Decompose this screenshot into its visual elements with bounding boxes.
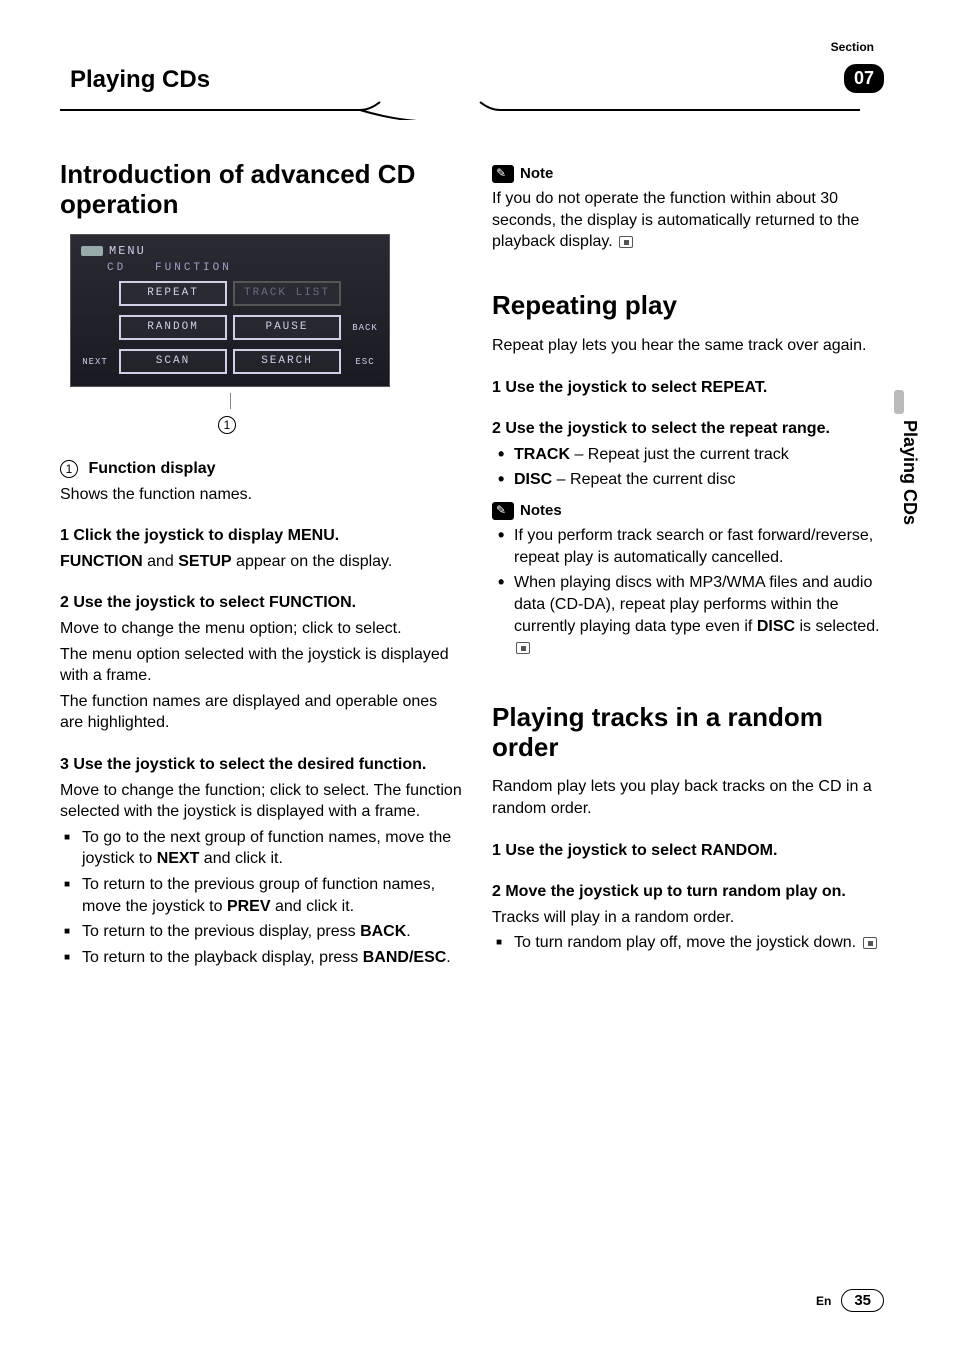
section-end-icon bbox=[619, 236, 633, 248]
lcd-subtitle: FUNCTION bbox=[155, 262, 232, 274]
step3-lead: 3 Use the joystick to select the desired… bbox=[60, 756, 426, 773]
heading-intro-advanced: Introduction of advanced CD operation bbox=[60, 160, 462, 220]
tip-next-c: and click it. bbox=[199, 850, 283, 867]
lcd-decor-bar bbox=[81, 246, 103, 256]
lcd-side-back: BACK bbox=[347, 322, 383, 334]
tip-bandesc-b: BAND/ESC bbox=[363, 949, 447, 966]
side-tab-marker bbox=[894, 390, 904, 414]
lcd-title: MENU bbox=[109, 243, 146, 259]
header-rule bbox=[60, 100, 894, 120]
range-disc-t: – Repeat the current disc bbox=[552, 471, 735, 488]
range-track: TRACK – Repeat just the current track bbox=[496, 444, 894, 466]
notes-item-1: If you perform track search or fast forw… bbox=[496, 525, 894, 568]
tip-prev: To return to the previous group of funct… bbox=[64, 874, 462, 917]
left-column: Introduction of advanced CD operation ME… bbox=[60, 160, 462, 978]
tip-next-b: NEXT bbox=[157, 850, 200, 867]
chapter-title: Playing CDs bbox=[70, 66, 210, 94]
callout-number-figure: 1 bbox=[218, 416, 236, 434]
random-off-text: To turn random play off, move the joysti… bbox=[514, 934, 856, 951]
tip-back-a: To return to the previous display, press bbox=[82, 923, 360, 940]
tip-back-b: BACK bbox=[360, 923, 406, 940]
notes-2-c: is selected. bbox=[795, 618, 879, 635]
tip-back-c: . bbox=[406, 923, 410, 940]
page-header: Section Playing CDs 07 bbox=[60, 40, 894, 110]
step2-p2: The menu option selected with the joysti… bbox=[60, 644, 462, 687]
note-label: Note bbox=[520, 164, 553, 184]
repeat-step2: 2 Use the joystick to select the repeat … bbox=[492, 420, 830, 437]
lcd-btn-scan: SCAN bbox=[119, 349, 227, 374]
step1-bold-a: FUNCTION bbox=[60, 553, 143, 570]
tip-back: To return to the previous display, press… bbox=[64, 921, 462, 943]
note-text-span: If you do not operate the function withi… bbox=[492, 190, 859, 250]
notes-label: Notes bbox=[520, 501, 562, 521]
footer-lang: En bbox=[816, 1294, 831, 1308]
range-disc: DISC – Repeat the current disc bbox=[496, 469, 894, 491]
lcd-side-next: NEXT bbox=[77, 356, 113, 368]
step2-lead: 2 Use the joystick to select FUNCTION. bbox=[60, 594, 356, 611]
step1-bold-b: SETUP bbox=[178, 553, 231, 570]
tip-bandesc-c: . bbox=[446, 949, 450, 966]
note-text: If you do not operate the function withi… bbox=[492, 188, 894, 253]
range-track-b: TRACK bbox=[514, 446, 570, 463]
right-column: Note If you do not operate the function … bbox=[492, 160, 894, 978]
lcd-btn-pause: PAUSE bbox=[233, 315, 341, 340]
function-display-figure: MENU CD FUNCTION REPEAT TRACK LIST RANDO… bbox=[70, 234, 390, 387]
section-end-icon bbox=[863, 937, 877, 949]
repeat-step1: 1 Use the joystick to select REPEAT. bbox=[492, 379, 767, 396]
random-intro: Random play lets you play back tracks on… bbox=[492, 776, 894, 819]
lcd-btn-repeat: REPEAT bbox=[119, 281, 227, 306]
tip-next: To go to the next group of function name… bbox=[64, 827, 462, 870]
callout-number: 1 bbox=[60, 460, 78, 478]
page-number: 35 bbox=[841, 1289, 884, 1312]
step2-p3: The function names are displayed and ope… bbox=[60, 691, 462, 734]
lcd-btn-tracklist: TRACK LIST bbox=[233, 281, 341, 306]
tip-prev-b: PREV bbox=[227, 898, 271, 915]
callout-desc: Shows the function names. bbox=[60, 484, 462, 506]
lcd-btn-random: RANDOM bbox=[119, 315, 227, 340]
side-tab: Playing CDs bbox=[899, 420, 920, 525]
lcd-side-esc: ESC bbox=[347, 356, 383, 368]
tip-bandesc: To return to the playback display, press… bbox=[64, 947, 462, 969]
note-icon bbox=[492, 165, 514, 183]
random-step1: 1 Use the joystick to select RANDOM. bbox=[492, 842, 777, 859]
step1-end: appear on the display. bbox=[232, 553, 393, 570]
repeat-intro: Repeat play lets you hear the same track… bbox=[492, 335, 894, 357]
callout-leader-line bbox=[230, 393, 231, 409]
tip-bandesc-a: To return to the playback display, press bbox=[82, 949, 363, 966]
tip-prev-c: and click it. bbox=[271, 898, 355, 915]
page-footer: En 35 bbox=[816, 1289, 884, 1312]
lcd-btn-search: SEARCH bbox=[233, 349, 341, 374]
step1-body: FUNCTION and SETUP appear on the display… bbox=[60, 551, 462, 573]
random-step2: 2 Move the joystick up to turn random pl… bbox=[492, 883, 846, 900]
step1-lead: 1 Click the joystick to display MENU. bbox=[60, 527, 339, 544]
lcd-subtitle-prefix: CD bbox=[107, 262, 126, 274]
notes-icon bbox=[492, 502, 514, 520]
random-off-tip: To turn random play off, move the joysti… bbox=[496, 932, 894, 954]
random-p: Tracks will play in a random order. bbox=[492, 907, 894, 929]
range-track-t: – Repeat just the current track bbox=[570, 446, 789, 463]
range-disc-b: DISC bbox=[514, 471, 552, 488]
step2-p1: Move to change the menu option; click to… bbox=[60, 618, 462, 640]
section-end-icon bbox=[516, 642, 530, 654]
step3-p1: Move to change the function; click to se… bbox=[60, 780, 462, 823]
callout-title: Function display bbox=[88, 460, 215, 477]
notes-2-b: DISC bbox=[757, 618, 795, 635]
section-number-badge: 07 bbox=[844, 64, 884, 93]
section-label: Section bbox=[831, 40, 874, 54]
notes-item-2: When playing discs with MP3/WMA files an… bbox=[496, 572, 894, 658]
heading-random-order: Playing tracks in a random order bbox=[492, 703, 894, 763]
step1-mid: and bbox=[143, 553, 179, 570]
heading-repeating-play: Repeating play bbox=[492, 291, 894, 321]
